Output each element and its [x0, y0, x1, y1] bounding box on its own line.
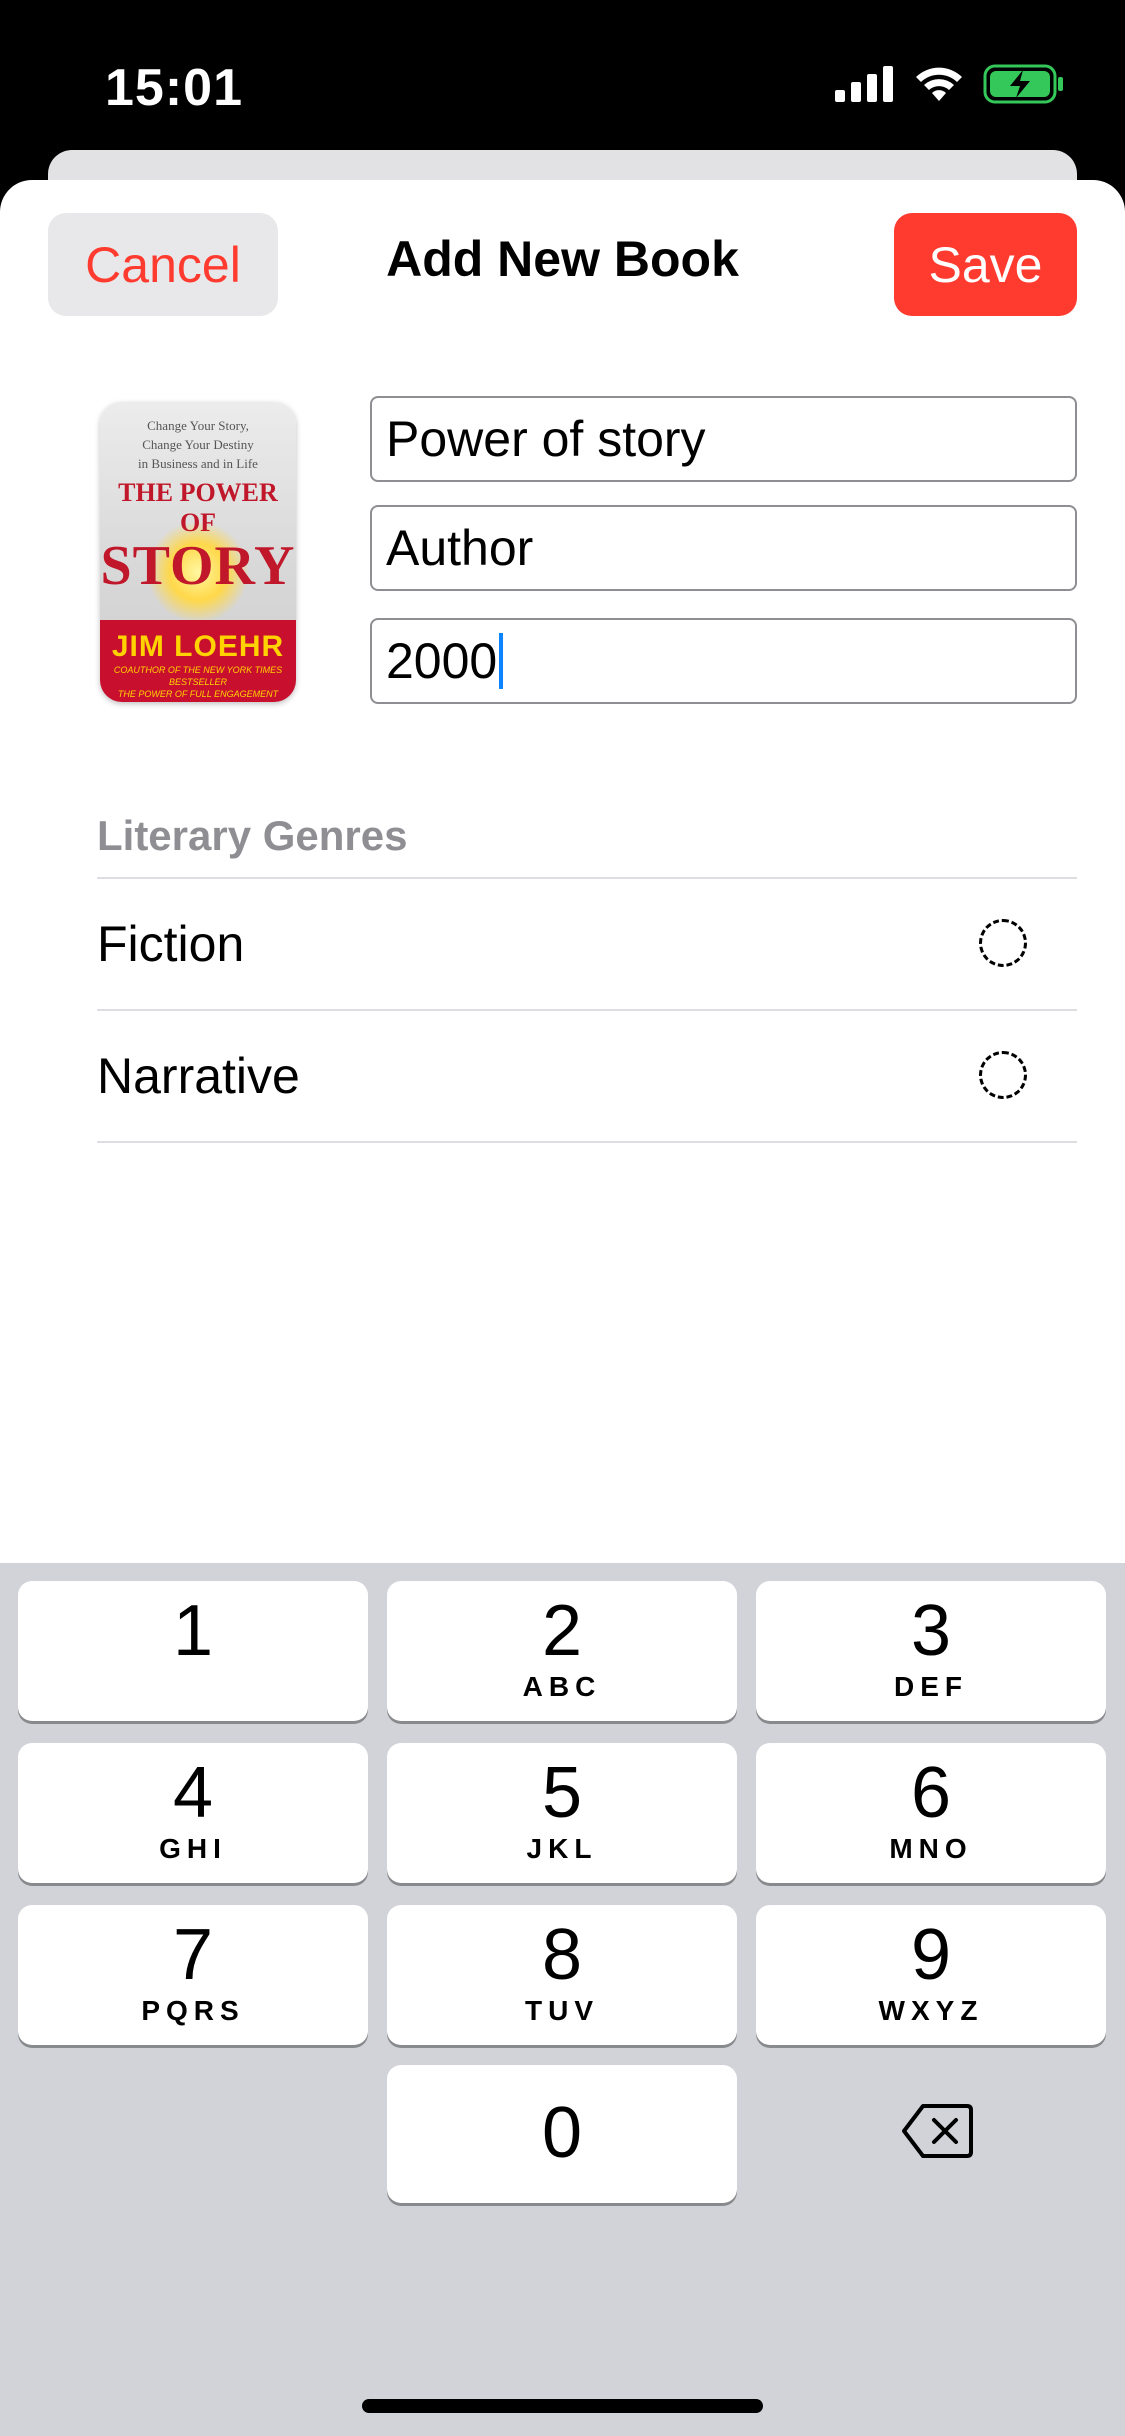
key-8[interactable]: 8 TUV	[387, 1905, 737, 2045]
cover-subtitle-line: Change Your Destiny	[142, 437, 254, 452]
key-letters: TUV	[525, 1995, 599, 2026]
genre-row-narrative[interactable]: Narrative	[97, 1011, 1077, 1141]
key-digit: 9	[910, 1915, 952, 1995]
divider	[97, 1141, 1077, 1143]
cover-author: JIM LOEHR	[111, 630, 285, 663]
year-field-value: 2000	[386, 633, 498, 689]
key-digit: 4	[172, 1753, 214, 1833]
key-digit: 2	[541, 1591, 583, 1671]
key-1[interactable]: 1	[18, 1581, 368, 1721]
title-field-value: Power of story	[386, 411, 706, 467]
cover-author-band: JIM LOEHR COAUTHOR OF THE NEW YORK TIMES…	[100, 620, 296, 702]
cover-subtitle-line: in Business and in Life	[138, 456, 258, 471]
wifi-icon	[916, 67, 962, 101]
key-9[interactable]: 9 WXYZ	[756, 1905, 1106, 2045]
key-2[interactable]: 2 ABC	[387, 1581, 737, 1721]
signal-icon	[835, 66, 893, 102]
genre-row-fiction[interactable]: Fiction	[97, 879, 1077, 1009]
key-letters: GHI	[159, 1833, 227, 1864]
cover-title-line2: STORY	[100, 535, 296, 597]
key-digit: 3	[910, 1591, 952, 1671]
status-time: 15:01	[105, 59, 243, 117]
save-button[interactable]: Save	[894, 213, 1077, 316]
title-field[interactable]: Power of story	[370, 396, 1077, 482]
genre-label: Narrative	[97, 1048, 300, 1104]
battery-charging-icon	[983, 64, 1063, 104]
book-cover-image[interactable]: Change Your Story, Change Your Destiny i…	[100, 402, 296, 702]
cover-note-line2: THE POWER OF FULL ENGAGEMENT	[117, 689, 279, 699]
author-field[interactable]: Author	[370, 505, 1077, 591]
key-7[interactable]: 7 PQRS	[18, 1905, 368, 2045]
key-digit: 6	[910, 1753, 952, 1833]
key-5[interactable]: 5 JKL	[387, 1743, 737, 1883]
key-letters: DEF	[894, 1671, 968, 1702]
key-digit: 1	[172, 1591, 214, 1671]
key-letters: WXYZ	[878, 1995, 984, 2026]
key-letters: MNO	[889, 1833, 973, 1864]
key-digit: 0	[541, 2093, 583, 2173]
status-bar: 15:01	[0, 0, 1125, 150]
text-caret	[499, 633, 504, 689]
unselected-circle-icon[interactable]	[979, 919, 1027, 967]
delete-key[interactable]	[872, 2086, 1002, 2176]
cover-subtitle-line: Change Your Story,	[147, 418, 249, 433]
cover-subtitle: Change Your Story, Change Your Destiny i…	[100, 416, 296, 473]
key-letters: JKL	[526, 1833, 598, 1864]
delete-backspace-icon	[902, 2104, 973, 2158]
cover-title-line1: THE POWER OF	[118, 478, 278, 537]
key-letters: PQRS	[141, 1995, 245, 2026]
key-letters: ABC	[522, 1671, 602, 1702]
status-icons	[835, 64, 1065, 104]
home-indicator[interactable]	[362, 2399, 763, 2413]
author-field-value: Author	[386, 520, 534, 576]
key-digit: 8	[541, 1915, 583, 1995]
unselected-circle-icon[interactable]	[979, 1051, 1027, 1099]
key-0[interactable]: 0	[387, 2065, 737, 2203]
genres-section-header: Literary Genres	[97, 812, 408, 859]
cover-title: THE POWER OF STORY	[100, 478, 296, 594]
key-4[interactable]: 4 GHI	[18, 1743, 368, 1883]
year-field[interactable]: 2000	[370, 618, 1077, 704]
key-3[interactable]: 3 DEF	[756, 1581, 1106, 1721]
key-digit: 7	[172, 1915, 214, 1995]
genre-label: Fiction	[97, 916, 245, 972]
key-digit: 5	[541, 1753, 583, 1833]
cancel-button[interactable]: Cancel	[48, 213, 278, 316]
cover-note-line1: COAUTHOR OF THE NEW YORK TIMES BESTSELLE…	[113, 665, 283, 687]
key-6[interactable]: 6 MNO	[756, 1743, 1106, 1883]
